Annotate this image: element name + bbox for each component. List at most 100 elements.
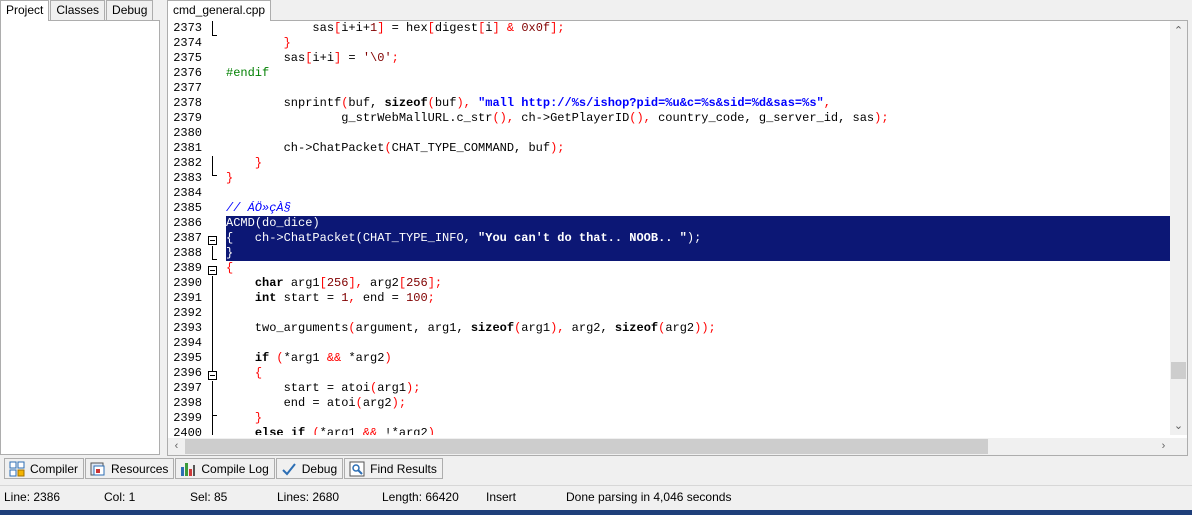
tab-debug-output[interactable]: Debug xyxy=(275,458,344,479)
code-token: } xyxy=(283,36,291,50)
code-token: && xyxy=(362,426,378,435)
code-token: 256 xyxy=(406,276,428,290)
code-editor[interactable]: 2373 2374 2375 2376 2377 2378 2379 2380 2381 2382… xyxy=(167,20,1188,456)
line-number: 2376 xyxy=(173,66,202,80)
code-line[interactable]: sas[i+i] = '\0'; xyxy=(226,51,1170,66)
fold-toggle-icon[interactable] xyxy=(208,236,217,245)
tab-compiler[interactable]: Compiler xyxy=(4,458,85,479)
code-token: { xyxy=(254,366,263,380)
scroll-down-icon[interactable]: ⌄ xyxy=(1170,418,1187,435)
line-number: 2392 xyxy=(173,306,202,320)
code-line[interactable]: { ch->ChatPacket(CHAT_TYPE_INFO, "You ca… xyxy=(226,231,1170,246)
debug-icon xyxy=(281,461,297,477)
code-line[interactable]: ch->ChatPacket(CHAT_TYPE_COMMAND, buf); xyxy=(226,141,1170,156)
code-token: ); xyxy=(550,141,565,155)
code-line[interactable]: sas[i+i+1] = hex[digest[i] & 0x0f]; xyxy=(226,21,1170,36)
line-number: 2391 xyxy=(173,291,202,305)
code-line[interactable]: else if (*arg1 && !*arg2) xyxy=(226,426,1170,435)
left-panel-tabs: Project Classes Debug xyxy=(0,0,163,21)
code-line[interactable]: } xyxy=(226,156,1170,171)
line-number: 2399 xyxy=(173,411,202,425)
code-token: (), xyxy=(492,111,515,125)
code-line[interactable]: if (*arg1 && *arg2) xyxy=(226,351,1170,366)
code-line[interactable]: } xyxy=(226,246,1170,261)
line-number: 2390 xyxy=(173,276,202,290)
code-line[interactable]: snprintf(buf, sizeof(buf), "mall http://… xyxy=(226,96,1170,111)
code-token: { xyxy=(226,261,234,275)
code-token: ); xyxy=(406,381,421,395)
fold-margin[interactable] xyxy=(206,21,220,435)
line-number: 2374 xyxy=(173,36,202,50)
code-token: arg2 xyxy=(362,396,392,410)
code-token: ] xyxy=(492,21,500,35)
code-line[interactable]: two_arguments(argument, arg1, sizeof(arg… xyxy=(226,321,1170,336)
tab-resources[interactable]: Resources xyxy=(85,458,175,479)
code-token: if xyxy=(290,426,306,435)
code-token: ( xyxy=(427,96,435,110)
code-line[interactable] xyxy=(226,306,1170,321)
project-tree-panel[interactable] xyxy=(0,20,160,455)
code-token: i+i xyxy=(312,51,335,65)
code-line[interactable] xyxy=(226,81,1170,96)
code-line[interactable]: { xyxy=(226,366,1170,381)
tab-project[interactable]: Project xyxy=(0,0,50,21)
code-token: sizeof xyxy=(384,96,428,110)
code-token: *arg1 xyxy=(283,351,327,365)
status-line: Line: 2386 xyxy=(4,490,61,504)
vertical-scroll-thumb[interactable] xyxy=(1171,362,1186,379)
tab-compile-log[interactable]: Compile Log xyxy=(175,458,275,479)
code-token: = hex xyxy=(384,21,428,35)
tab-compile-log-label: Compile Log xyxy=(201,461,269,476)
code-line[interactable]: char arg1[256], arg2[256]; xyxy=(226,276,1170,291)
code-line[interactable]: // ÁÖ»çÀ§ xyxy=(226,201,1170,216)
line-number: 2388 xyxy=(173,246,202,260)
code-token: } xyxy=(254,411,263,425)
code-text-area[interactable]: sas[i+i+1] = hex[digest[i] & 0x0f]; } sa… xyxy=(226,21,1170,435)
tab-find-results[interactable]: Find Results xyxy=(344,458,443,479)
code-token: char xyxy=(254,276,284,290)
code-line[interactable]: } xyxy=(226,36,1170,51)
fold-toggle-icon[interactable] xyxy=(208,371,217,380)
code-token: two_arguments xyxy=(226,321,349,335)
horizontal-scrollbar[interactable]: ‹ › xyxy=(168,438,1172,455)
line-number: 2377 xyxy=(173,81,202,95)
bottom-panel-tabs: Compiler Resources Compile Log Debug Fin… xyxy=(0,456,1192,481)
code-token: ) xyxy=(312,216,320,230)
code-line[interactable]: end = atoi(arg2); xyxy=(226,396,1170,411)
code-line[interactable] xyxy=(226,186,1170,201)
code-line[interactable]: int start = 1, end = 100; xyxy=(226,291,1170,306)
code-line[interactable]: } xyxy=(226,171,1170,186)
line-number: 2380 xyxy=(173,126,202,140)
tab-resources-label: Resources xyxy=(111,461,169,476)
line-number: 2398 xyxy=(173,396,202,410)
status-bar: Line: 2386 Col: 1 Sel: 85 Lines: 2680 Le… xyxy=(0,485,1192,507)
tab-cmd-general-cpp[interactable]: cmd_general.cpp xyxy=(167,0,271,21)
code-line[interactable]: start = atoi(arg1); xyxy=(226,381,1170,396)
horizontal-scroll-thumb[interactable] xyxy=(185,439,988,454)
tab-classes[interactable]: Classes xyxy=(50,0,106,20)
code-token: && xyxy=(326,351,342,365)
vertical-scrollbar[interactable]: ⌃ ⌄ xyxy=(1170,21,1187,435)
code-line[interactable]: ACMD(do_dice) xyxy=(226,216,1170,231)
tab-debug[interactable]: Debug xyxy=(106,0,154,20)
line-number: 2385 xyxy=(173,201,202,215)
code-token: start = xyxy=(276,291,342,305)
code-line[interactable]: #endif xyxy=(226,66,1170,81)
code-token: , xyxy=(348,291,356,305)
code-token: i+i+ xyxy=(341,21,371,35)
scroll-up-icon[interactable]: ⌃ xyxy=(1170,23,1187,40)
code-token: ch->GetPlayerID xyxy=(514,111,630,125)
scroll-left-icon[interactable]: ‹ xyxy=(168,438,185,455)
code-line[interactable]: { xyxy=(226,261,1170,276)
line-number: 2395 xyxy=(173,351,202,365)
code-line[interactable] xyxy=(226,126,1170,141)
code-line[interactable]: } xyxy=(226,411,1170,426)
code-line[interactable] xyxy=(226,336,1170,351)
fold-toggle-icon[interactable] xyxy=(208,266,217,275)
code-line[interactable]: g_strWebMallURL.c_str(), ch->GetPlayerID… xyxy=(226,111,1170,126)
